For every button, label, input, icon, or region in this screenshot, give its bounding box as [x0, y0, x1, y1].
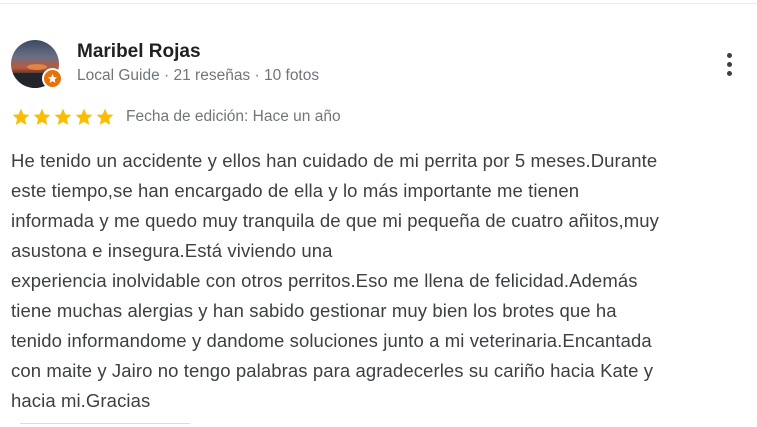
local-guide-badge	[42, 68, 63, 89]
review-line: este tiempo,se han encargado de ella y l…	[11, 180, 580, 201]
review-date: Fecha de edición: Hace un año	[126, 108, 341, 125]
bottom-divider	[20, 423, 190, 424]
more-vert-icon	[726, 52, 732, 58]
star-rating	[11, 107, 115, 127]
star-icon	[33, 108, 51, 125]
review-line: experiencia inolvidable con otros perrit…	[11, 270, 638, 291]
review-text: He tenido un accidente y ellos han cuida…	[11, 146, 751, 416]
more-options-button[interactable]	[716, 49, 742, 79]
avatar-sunset	[27, 64, 47, 70]
star-icon	[96, 108, 114, 125]
review-line: informada y me quedo muy tranquila de qu…	[11, 210, 659, 231]
review-line: hacia mi.Gracias	[11, 390, 151, 411]
rating-row: Fecha de edición: Hace un año	[11, 106, 341, 128]
star-icon	[12, 108, 30, 125]
review-line: tiene muchas alergias y han sabido gesti…	[11, 300, 617, 321]
top-divider	[0, 3, 757, 4]
star-icon	[75, 108, 93, 125]
local-guide-star-icon	[47, 73, 58, 83]
review-line: asustona e insegura.Está viviendo una	[11, 240, 333, 261]
star-icon	[54, 108, 72, 125]
review-line: con maite y Jairo no tengo palabras para…	[11, 360, 654, 381]
review-line: He tenido un accidente y ellos han cuida…	[11, 150, 658, 171]
reviewer-name[interactable]: Maribel Rojas	[77, 41, 201, 63]
review-line: tenido informandome y dandome soluciones…	[11, 330, 652, 351]
reviewer-meta: Local Guide · 21 reseñas · 10 fotos	[77, 67, 320, 84]
